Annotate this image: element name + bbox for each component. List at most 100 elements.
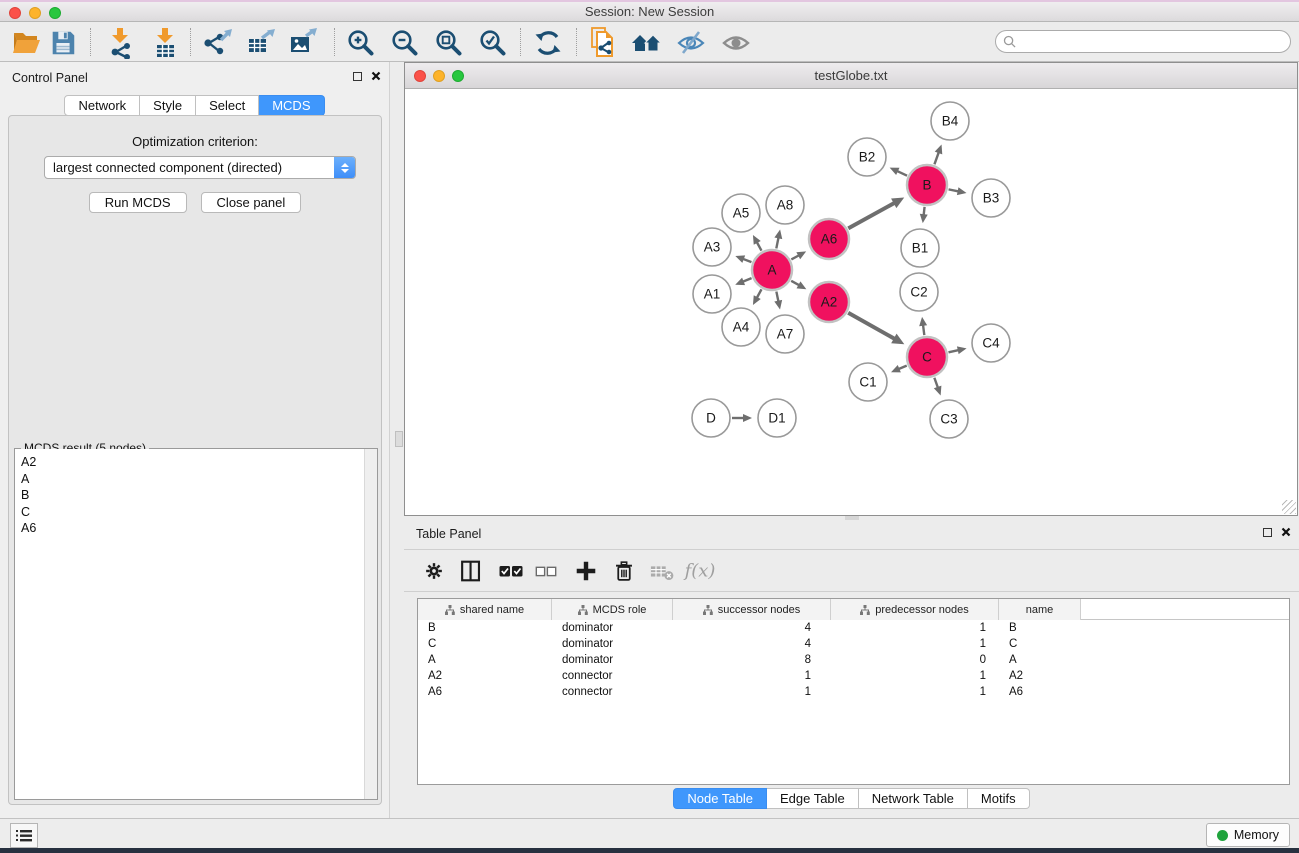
node-B1[interactable]: B1 bbox=[901, 229, 939, 267]
tab-style[interactable]: Style bbox=[140, 95, 196, 116]
result-item-A[interactable]: A bbox=[21, 471, 364, 488]
show-graphics-details-icon[interactable] bbox=[719, 26, 753, 60]
run-mcds-button[interactable]: Run MCDS bbox=[89, 192, 187, 213]
import-table-icon[interactable] bbox=[148, 26, 182, 60]
node-A[interactable]: A bbox=[752, 250, 792, 290]
memory-button[interactable]: Memory bbox=[1206, 823, 1290, 847]
table-row[interactable]: A6connector11A6 bbox=[418, 684, 1289, 700]
network-close-button[interactable] bbox=[414, 70, 426, 82]
tab-node-table[interactable]: Node Table bbox=[673, 788, 767, 809]
delete-column-icon[interactable] bbox=[613, 559, 636, 583]
column-header-shared-name[interactable]: shared name bbox=[418, 599, 552, 620]
node-C4[interactable]: C4 bbox=[972, 324, 1010, 362]
node-B[interactable]: B bbox=[907, 165, 947, 205]
home-networks-icon[interactable] bbox=[630, 26, 664, 60]
table-row[interactable]: Cdominator41C bbox=[418, 636, 1289, 652]
control-panel-tabs: Network Style Select MCDS bbox=[0, 95, 389, 116]
edge-A-A7 bbox=[774, 292, 782, 310]
app-titlebar[interactable]: Session: New Session bbox=[0, 0, 1299, 22]
node-C2[interactable]: C2 bbox=[900, 273, 938, 311]
close-panel-button[interactable]: Close panel bbox=[201, 192, 302, 213]
deselect-all-icon[interactable] bbox=[534, 559, 558, 583]
close-panel-icon[interactable] bbox=[371, 71, 381, 81]
tab-mcds[interactable]: MCDS bbox=[259, 95, 324, 116]
network-window-titlebar[interactable]: testGlobe.txt bbox=[405, 63, 1297, 89]
export-network-icon[interactable] bbox=[201, 26, 235, 60]
result-item-A6[interactable]: A6 bbox=[21, 520, 364, 537]
new-network-from-file-icon[interactable] bbox=[587, 26, 621, 60]
node-B3[interactable]: B3 bbox=[972, 179, 1010, 217]
zoom-fit-icon[interactable] bbox=[432, 26, 466, 60]
node-A4[interactable]: A4 bbox=[722, 308, 760, 346]
node-D1[interactable]: D1 bbox=[758, 399, 796, 437]
float-table-panel-icon[interactable] bbox=[1263, 528, 1272, 537]
search-input[interactable] bbox=[1016, 35, 1290, 49]
vertical-splitter-handle[interactable] bbox=[395, 431, 403, 447]
float-panel-icon[interactable] bbox=[353, 72, 362, 81]
save-session-icon[interactable] bbox=[46, 26, 80, 60]
node-C3[interactable]: C3 bbox=[930, 400, 968, 438]
column-label: MCDS role bbox=[593, 604, 647, 616]
column-header-successor-nodes[interactable]: successor nodes bbox=[673, 599, 831, 620]
node-C[interactable]: C bbox=[907, 337, 947, 377]
network-minimize-button[interactable] bbox=[433, 70, 445, 82]
add-column-icon[interactable] bbox=[575, 559, 598, 582]
function-builder-icon[interactable]: f(x) bbox=[685, 560, 716, 581]
edge-A6-B bbox=[848, 198, 904, 229]
resize-grip-icon[interactable] bbox=[1282, 500, 1296, 514]
search-field[interactable] bbox=[995, 30, 1291, 53]
column-header-mcds-role[interactable]: MCDS role bbox=[552, 599, 673, 620]
network-window-title: testGlobe.txt bbox=[405, 63, 1297, 88]
export-image-icon[interactable] bbox=[286, 26, 320, 60]
column-type-icon bbox=[578, 605, 588, 615]
mcds-result-list: A2ABCA6 bbox=[15, 449, 364, 799]
tab-edge-table[interactable]: Edge Table bbox=[767, 788, 859, 809]
import-network-icon[interactable] bbox=[103, 26, 137, 60]
criterion-dropdown[interactable]: largest connected component (directed) bbox=[44, 156, 356, 179]
tab-network-table[interactable]: Network Table bbox=[859, 788, 968, 809]
table-row[interactable]: Adominator80A bbox=[418, 652, 1289, 668]
zoom-window-button[interactable] bbox=[49, 7, 61, 19]
zoom-in-icon[interactable] bbox=[344, 26, 378, 60]
tab-motifs[interactable]: Motifs bbox=[968, 788, 1030, 809]
node-B2[interactable]: B2 bbox=[848, 138, 886, 176]
minimize-window-button[interactable] bbox=[29, 7, 41, 19]
open-session-icon[interactable] bbox=[10, 26, 44, 60]
table-row[interactable]: Bdominator41B bbox=[418, 620, 1289, 636]
svg-text:A: A bbox=[767, 263, 776, 278]
network-canvas[interactable]: B4 B2 B B3 A8A5 A6 A3 B1 A C2 A1 A2 A4A7 C4 C C1 D C3 D1 bbox=[405, 89, 1297, 515]
result-item-C[interactable]: C bbox=[21, 504, 364, 521]
node-A2[interactable]: A2 bbox=[809, 282, 849, 322]
hide-graphics-details-icon[interactable] bbox=[674, 26, 708, 60]
node-A3[interactable]: A3 bbox=[693, 228, 731, 266]
node-C1[interactable]: C1 bbox=[849, 363, 887, 401]
select-all-icon[interactable] bbox=[498, 558, 524, 584]
close-window-button[interactable] bbox=[9, 7, 21, 19]
zoom-out-icon[interactable] bbox=[388, 26, 422, 60]
result-item-B[interactable]: B bbox=[21, 487, 364, 504]
result-item-A2[interactable]: A2 bbox=[21, 454, 364, 471]
node-B4[interactable]: B4 bbox=[931, 102, 969, 140]
column-header-name[interactable]: name bbox=[999, 599, 1081, 620]
tab-select[interactable]: Select bbox=[196, 95, 259, 116]
export-table-icon[interactable] bbox=[244, 26, 278, 60]
node-D[interactable]: D bbox=[692, 399, 730, 437]
node-A8[interactable]: A8 bbox=[766, 186, 804, 224]
network-zoom-button[interactable] bbox=[452, 70, 464, 82]
node-A6[interactable]: A6 bbox=[809, 219, 849, 259]
delete-table-icon[interactable] bbox=[649, 559, 675, 583]
result-list-scrollbar[interactable] bbox=[364, 449, 377, 799]
zoom-selected-icon[interactable] bbox=[476, 26, 510, 60]
close-table-panel-icon[interactable] bbox=[1281, 527, 1291, 537]
column-header-predecessor-nodes[interactable]: predecessor nodes bbox=[831, 599, 999, 620]
node-A5[interactable]: A5 bbox=[722, 194, 760, 232]
table-row[interactable]: A2connector11A2 bbox=[418, 668, 1289, 684]
show-task-history-button[interactable] bbox=[10, 823, 38, 848]
tab-network[interactable]: Network bbox=[64, 95, 140, 116]
refresh-view-icon[interactable] bbox=[531, 26, 565, 60]
node-A1[interactable]: A1 bbox=[693, 275, 731, 313]
node-A7[interactable]: A7 bbox=[766, 315, 804, 353]
show-column-panel-icon[interactable] bbox=[460, 559, 483, 583]
optimization-criterion-label: Optimization criterion: bbox=[9, 134, 381, 149]
settings-gear-icon[interactable] bbox=[422, 559, 446, 583]
